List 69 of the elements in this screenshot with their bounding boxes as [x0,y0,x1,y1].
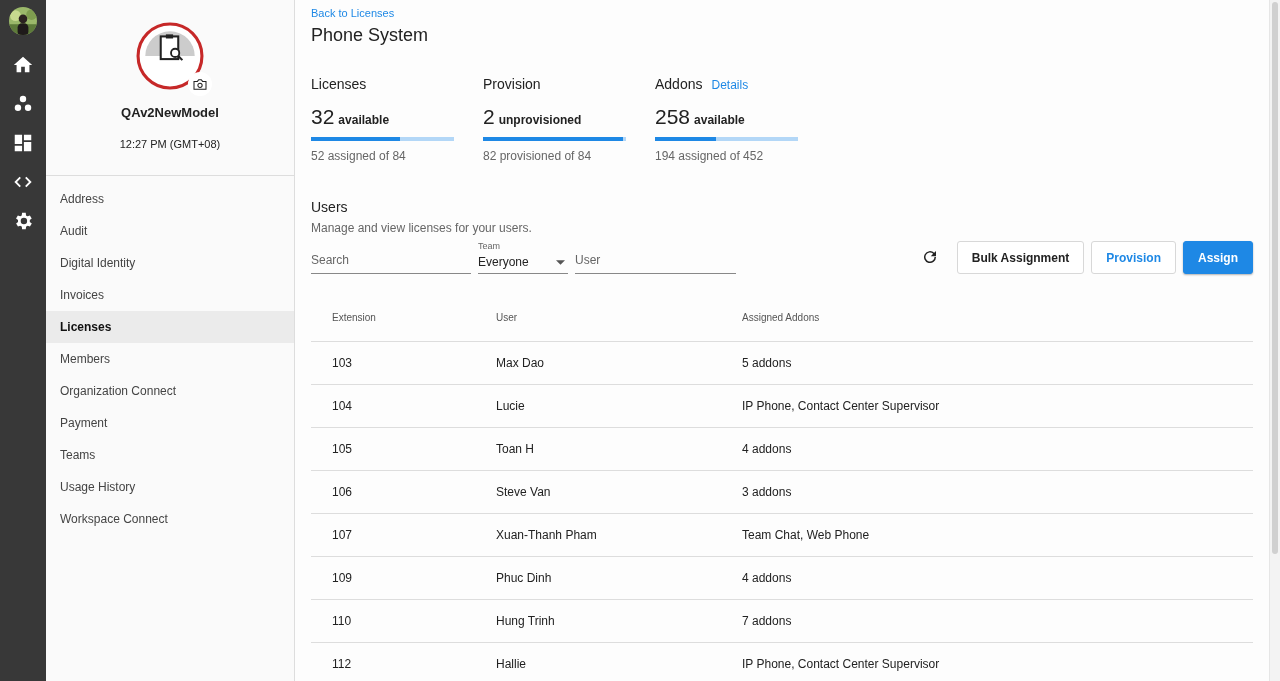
stat-label: Licenses [311,76,367,92]
action-button[interactable]: Bulk Assignment [956,241,1085,274]
stat-number: 32 [311,105,335,129]
section-description: Manage and view licenses for your users. [311,221,533,235]
sidebar-item[interactable]: Teams [46,439,294,471]
sidebar-item[interactable]: Workspace Connect [46,503,294,535]
sidebar-item[interactable]: Payment [46,407,294,439]
table-cell-text: 105 [331,442,354,456]
table-cell-text: Toan H [495,442,536,456]
table-cell-text: IP Phone, Contact Center Supervisor [741,399,941,413]
table-cell-text: 107 [331,528,354,542]
stat-detail: 82 provisioned of 84 [483,149,593,163]
table-cell-text: 106 [331,485,354,499]
table-cell-text: 104 [331,399,354,413]
column-header: User [495,312,519,323]
table-cell-text: Xuan-Thanh Pham [495,528,598,542]
sidebar-item[interactable]: Usage History [46,471,294,503]
sidebar-item[interactable]: Digital Identity [46,247,294,279]
column-header: Extension [331,312,377,323]
section-heading: Users [311,199,349,215]
table-cell-text: 109 [331,571,354,585]
stat-number: 2 [483,105,495,129]
stat-number: 258 [655,105,691,129]
stat-label: Provision [483,76,541,92]
stat-detail: 194 assigned of 452 [655,149,765,163]
sidebar-item[interactable]: Members [46,343,294,375]
local-time: 12:27 PM (GMT+08) [119,138,221,150]
sidebar-item[interactable]: Invoices [46,279,294,311]
table-cell-text: Team Chat, Web Phone [741,528,871,542]
stat-detail: 52 assigned of 84 [311,149,407,163]
stat-unit: available [338,113,390,127]
sidebar-item[interactable]: Address [46,183,294,215]
stat-label: Addons [655,76,703,92]
page-title: Phone System [311,25,430,46]
table-cell-text: 103 [331,356,354,370]
sidebar-item[interactable]: Organization Connect [46,375,294,407]
table-cell-text: 7 addons [741,614,793,628]
sidebar-item[interactable]: Licenses [46,311,294,343]
table-cell-text: 110 [331,614,353,628]
details-link[interactable]: Details [711,78,749,92]
caret-icon [556,259,565,265]
action-button[interactable]: Provision [1091,241,1176,274]
table-cell-text: Steve Van [495,485,552,499]
table-cell-text: Hung Trinh [495,614,556,628]
table-cell-text: Hallie [495,657,527,671]
table-cell-text: 4 addons [741,571,793,585]
table-cell-text: 3 addons [741,485,793,499]
clipboard-logo-icon [136,22,204,90]
column-header: Assigned Addons [741,312,821,323]
back-link[interactable]: Back to Licenses [311,7,395,19]
search-field[interactable]: Search [311,247,471,274]
table-cell-text: 112 [331,657,353,671]
table-cell-text: Lucie [495,399,526,413]
table-cell-text: Phuc Dinh [495,571,553,585]
table-cell-text: Max Dao [495,356,546,370]
scrollbar[interactable] [1269,0,1280,681]
table-cell-text: 5 addons [741,356,793,370]
stat-unit: available [694,113,745,127]
table-cell-text: 4 addons [741,442,793,456]
action-button[interactable]: Assign [1183,241,1253,274]
dashboard-icon[interactable] [12,132,34,154]
table-cell-text: IP Phone, Contact Center Supervisor [741,657,941,671]
camera-icon [193,78,207,90]
user-field[interactable]: User [575,247,736,274]
team-select[interactable]: Team Everyone [478,241,568,274]
organization-name: QAv2NewModel [121,105,219,120]
camera-button[interactable] [188,72,212,96]
stat-unit: unprovisioned [498,113,582,127]
sidebar-item[interactable]: Audit [46,215,294,247]
